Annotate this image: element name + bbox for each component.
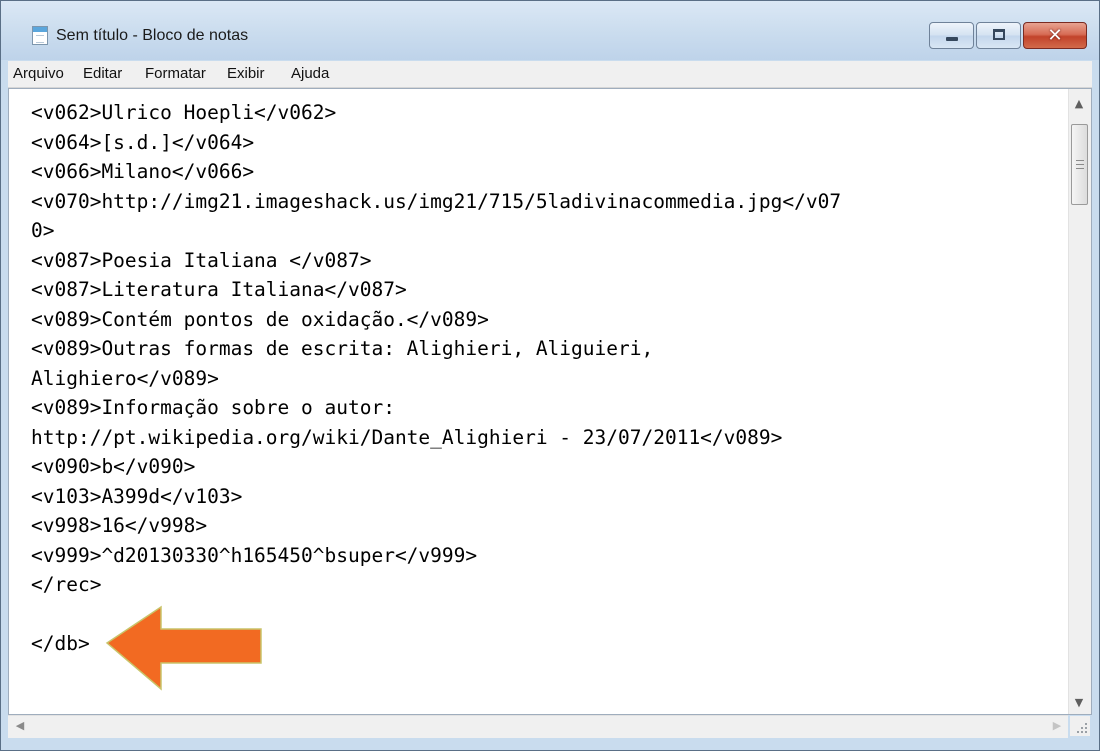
- title-bar[interactable]: Sem título - Bloco de notas ✕: [1, 1, 1099, 60]
- editor-line: <v070>http://img21.imageshack.us/img21/7…: [31, 189, 842, 213]
- editor-line: <v089>Outras formas de escrita: Alighier…: [31, 337, 654, 360]
- editor-line: <v998>16</v998>: [31, 514, 208, 537]
- menu-editar[interactable]: Editar: [83, 65, 122, 82]
- editor-line: <v066>Milano</v066>: [31, 160, 255, 183]
- close-icon: ✕: [1047, 25, 1063, 46]
- grip-icon: [1076, 160, 1084, 169]
- editor-line: http://pt.wikipedia.org/wiki/Dante_Aligh…: [31, 425, 783, 449]
- menu-exibir[interactable]: Exibir: [227, 65, 265, 82]
- scroll-up-icon[interactable]: ▲: [1071, 96, 1087, 112]
- maximize-icon: [993, 29, 1005, 40]
- close-button[interactable]: ✕: [1023, 22, 1087, 49]
- editor-line: <v103>A399d</v103>: [31, 484, 243, 508]
- horizontal-scrollbar[interactable]: [8, 715, 1068, 738]
- menu-ajuda[interactable]: Ajuda: [291, 65, 329, 82]
- editor-line: <v089>Contém pontos de oxidação.</v089>: [31, 307, 489, 331]
- editor-line: </rec>: [31, 573, 102, 596]
- editor-line: <v062>Ulrico Hoepli</v062>: [31, 101, 337, 124]
- menu-arquivo[interactable]: Arquivo: [13, 65, 64, 82]
- editor-line: 0>: [31, 219, 55, 242]
- notepad-icon[interactable]: [32, 26, 48, 45]
- scroll-thumb[interactable]: [1071, 124, 1088, 205]
- menu-bar: Arquivo Editar Formatar Exibir Ajuda: [8, 61, 1092, 88]
- editor-line: <v090>b</v090>: [31, 455, 196, 478]
- scroll-left-icon[interactable]: ◀: [12, 718, 28, 734]
- orange-arrow-icon: [105, 605, 262, 691]
- scroll-right-icon[interactable]: ▶: [1049, 718, 1065, 734]
- window-title: Sem título - Bloco de notas: [56, 27, 249, 44]
- resize-grip[interactable]: [1070, 716, 1090, 736]
- editor-line: <v089>Informação sobre o autor:: [31, 396, 395, 419]
- editor-line: <v087>Literatura Italiana</v087>: [31, 278, 407, 301]
- minimize-button[interactable]: [929, 22, 974, 49]
- minimize-icon: [946, 37, 958, 41]
- editor-line: <v064>[s.d.]</v064>: [31, 130, 255, 154]
- maximize-button[interactable]: [976, 22, 1021, 49]
- menu-formatar[interactable]: Formatar: [145, 65, 206, 82]
- editor-line: Alighiero</v089>: [31, 366, 219, 390]
- editor-line: <v999>^d20130330^h165450^bsuper</v999>: [31, 543, 478, 567]
- scroll-down-icon[interactable]: ▼: [1071, 695, 1087, 711]
- editor-line: <v087>Poesia Italiana </v087>: [31, 248, 372, 272]
